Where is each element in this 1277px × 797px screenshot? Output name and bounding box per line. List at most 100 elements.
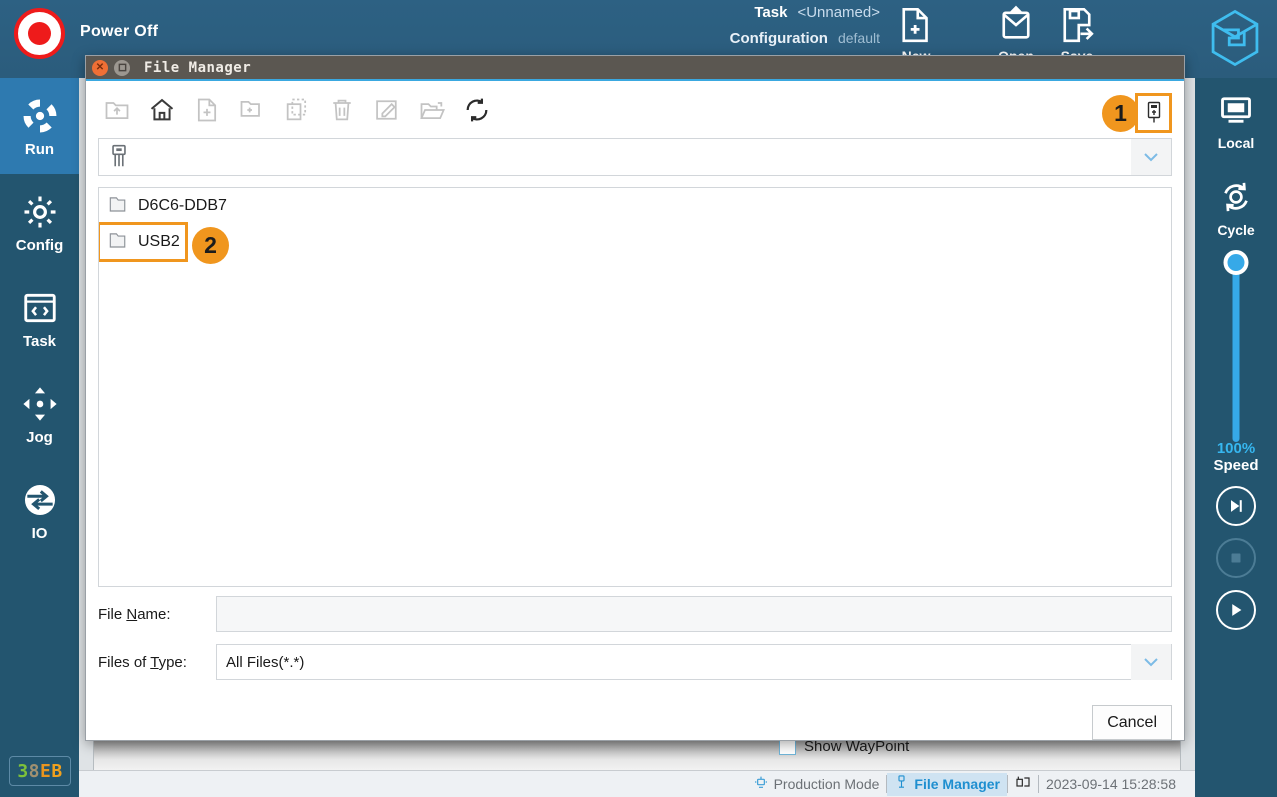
speed-label: Speed	[1213, 457, 1259, 474]
cancel-button[interactable]: Cancel	[1092, 705, 1172, 740]
power-record-icon	[28, 22, 51, 45]
refresh-button[interactable]	[460, 93, 494, 127]
logo-char-1: 8	[28, 760, 40, 782]
usb-small-icon	[894, 774, 909, 794]
file-name-label-post: ame:	[137, 605, 171, 623]
file-type-row: Files of Type: All Files(*.*)	[98, 641, 1172, 683]
sidebar-item-io-label: IO	[31, 524, 48, 542]
gear-icon	[21, 191, 59, 233]
slider-knob[interactable]	[1223, 250, 1249, 275]
logo-char-2: E	[40, 760, 52, 782]
network-icon	[1015, 774, 1031, 795]
file-type-combobox[interactable]: All Files(*.*)	[216, 644, 1172, 680]
logo-char-0: 3	[17, 760, 29, 782]
configuration-row: Configuration default	[600, 30, 880, 56]
sidebar-item-jog[interactable]: Jog	[0, 366, 79, 462]
chevron-down-icon[interactable]	[1131, 139, 1171, 175]
list-item[interactable]: D6C6-DDB7	[99, 188, 1171, 224]
status-mode-text: Production Mode	[773, 776, 880, 792]
new-file-button[interactable]	[190, 93, 224, 127]
file-toolbar	[98, 81, 1172, 139]
dialog-body: 1 D6C6-DDB7 USB2 2 File Name: Files of T…	[86, 81, 1184, 740]
dialog-title-bar[interactable]: ✕ File Manager	[86, 56, 1184, 81]
file-type-label-post: ype:	[158, 653, 187, 671]
rename-button[interactable]	[370, 93, 404, 127]
speed-percent-label: 100%	[1216, 440, 1256, 457]
configuration-value-label: default	[837, 30, 880, 46]
run-target-icon	[21, 95, 59, 137]
cycle-arrows-icon	[1218, 179, 1254, 220]
right-item-local[interactable]: Local	[1195, 92, 1277, 151]
usb-button-group: 1	[1102, 93, 1172, 133]
cube-brand-logo-icon	[1207, 8, 1263, 68]
copy-button[interactable]	[280, 93, 314, 127]
device-id-logo: 38EB	[9, 756, 71, 786]
file-list[interactable]: D6C6-DDB7 USB2 2	[98, 187, 1172, 587]
file-type-label: Files of Type:	[98, 654, 216, 671]
status-datetime-text: 2023-09-14 15:28:58	[1046, 776, 1176, 792]
file-name-row: File Name:	[98, 593, 1172, 635]
new-file-icon	[877, 4, 955, 46]
left-sidebar: Run Config Task Jog IO 3 8 E B	[0, 78, 79, 797]
sidebar-item-run[interactable]: Run	[0, 78, 79, 174]
usb-drive-button[interactable]	[1135, 93, 1172, 133]
file-type-value: All Files(*.*)	[226, 653, 305, 671]
file-type-label-pre: Files of	[98, 653, 151, 671]
sidebar-item-io[interactable]: IO	[0, 462, 79, 558]
file-name: USB2	[138, 233, 180, 250]
step-forward-button[interactable]	[1216, 486, 1256, 526]
chevron-down-icon[interactable]	[1131, 644, 1171, 680]
callout-badge-1: 1	[1102, 94, 1139, 132]
task-key-label: Task	[754, 4, 788, 21]
new-folder-button[interactable]	[235, 93, 269, 127]
monitor-icon	[1218, 92, 1254, 133]
delete-button[interactable]	[325, 93, 359, 127]
four-arrows-icon	[21, 383, 59, 425]
usb-drive-icon	[99, 144, 139, 170]
status-misc-segment	[1008, 773, 1038, 796]
stop-button[interactable]	[1216, 538, 1256, 578]
speed-slider[interactable]	[1195, 250, 1277, 442]
sidebar-item-task[interactable]: Task	[0, 270, 79, 366]
file-name-label-pre: File	[98, 605, 127, 623]
right-item-local-label: Local	[1217, 135, 1255, 151]
power-off-button[interactable]	[14, 8, 65, 59]
status-datetime-segment: 2023-09-14 15:28:58	[1039, 773, 1183, 796]
save-floppy-icon	[1038, 4, 1116, 46]
power-off-label: Power Off	[80, 23, 159, 40]
home-button[interactable]	[145, 93, 179, 127]
right-item-cycle-label: Cycle	[1217, 222, 1255, 238]
sidebar-item-config[interactable]: Config	[0, 174, 79, 270]
task-value-label: <Unnamed>	[797, 4, 880, 21]
configuration-key-label: Configuration	[729, 30, 828, 47]
folder-icon	[109, 231, 130, 254]
dialog-title-text: File Manager	[144, 59, 252, 76]
play-button[interactable]	[1216, 590, 1256, 630]
right-item-cycle[interactable]: Cycle	[1195, 179, 1277, 238]
file-name-label: File Name:	[98, 606, 216, 623]
sidebar-item-jog-label: Jog	[26, 428, 53, 446]
application-root: Power Off Task <Unnamed> Configuration d…	[0, 0, 1277, 797]
maximize-icon[interactable]	[114, 59, 130, 76]
task-row: Task <Unnamed>	[600, 4, 880, 30]
right-sidebar: Local Cycle 100% Speed	[1195, 78, 1277, 797]
file-name-label-mnemonic: N	[126, 605, 138, 623]
status-mode-segment: Production Mode	[746, 773, 887, 796]
path-combobox[interactable]	[98, 138, 1172, 176]
robot-icon	[753, 774, 769, 795]
folder-icon	[109, 195, 130, 218]
file-name-input[interactable]	[216, 596, 1172, 632]
open-folder-button[interactable]	[415, 93, 449, 127]
file-type-label-mnemonic: T	[150, 653, 159, 671]
dialog-footer: Cancel	[98, 705, 1172, 740]
slider-track[interactable]	[1232, 262, 1240, 442]
status-app-segment[interactable]: File Manager	[887, 772, 1007, 796]
status-app-text: File Manager	[914, 776, 1000, 792]
close-icon[interactable]: ✕	[92, 59, 108, 76]
list-item[interactable]: USB2	[99, 222, 188, 262]
file-name: D6C6-DDB7	[138, 197, 227, 214]
parent-folder-button[interactable]	[100, 93, 134, 127]
task-info-block: Task <Unnamed> Configuration default	[600, 4, 880, 56]
status-bar: Production Mode File Manager 2023-09-14 …	[79, 770, 1195, 797]
code-window-icon	[21, 287, 59, 329]
